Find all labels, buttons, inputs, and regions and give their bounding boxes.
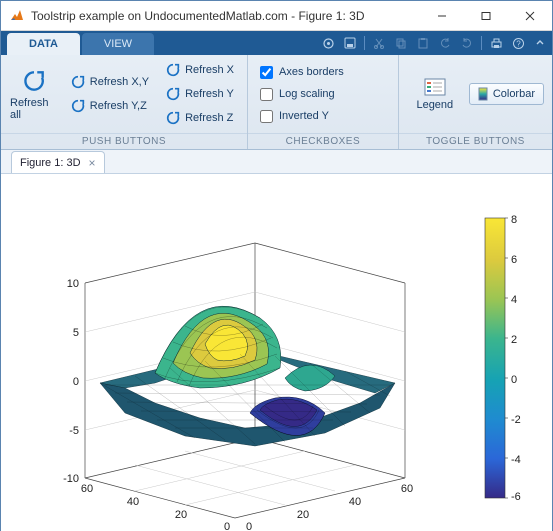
group-label-checkboxes: CHECKBOXES xyxy=(248,133,398,149)
document-tab-label: Figure 1: 3D xyxy=(20,157,81,169)
window-minimize-button[interactable] xyxy=(420,2,464,30)
svg-text:60: 60 xyxy=(81,483,93,495)
legend-button[interactable]: Legend xyxy=(411,61,459,127)
matlab-logo-icon xyxy=(9,8,25,24)
tab-row: DATA VIEW ? xyxy=(1,31,552,55)
svg-text:8: 8 xyxy=(511,214,517,226)
svg-text:20: 20 xyxy=(175,509,187,521)
svg-text:60: 60 xyxy=(401,483,413,495)
svg-text:10: 10 xyxy=(67,278,79,290)
figure-canvas[interactable]: -10 -5 0 5 10 0 20 40 60 0 20 40 60 8 6 … xyxy=(1,174,552,531)
axes-borders-checkbox[interactable]: Axes borders xyxy=(260,62,344,82)
svg-text:6: 6 xyxy=(511,254,517,266)
svg-text:-6: -6 xyxy=(511,491,521,503)
svg-text:2: 2 xyxy=(511,334,517,346)
svg-text:20: 20 xyxy=(297,509,309,521)
svg-text:-4: -4 xyxy=(511,454,521,466)
group-label-push: PUSH BUTTONS xyxy=(1,133,247,149)
surface-plot: -10 -5 0 5 10 0 20 40 60 0 20 40 60 8 6 … xyxy=(5,178,545,530)
svg-text:0: 0 xyxy=(511,374,517,386)
svg-text:-10: -10 xyxy=(63,473,79,485)
gear-icon[interactable] xyxy=(320,35,336,51)
inverted-y-input[interactable] xyxy=(260,110,273,123)
inverted-y-checkbox[interactable]: Inverted Y xyxy=(260,106,329,126)
svg-text:5: 5 xyxy=(73,327,79,339)
refresh-x-button[interactable]: Refresh X xyxy=(160,59,239,81)
quick-access-toolbar: ? xyxy=(320,31,548,55)
refresh-xy-button[interactable]: Refresh X,Y xyxy=(65,71,154,93)
close-tab-icon[interactable]: × xyxy=(89,156,96,170)
minimize-ribbon-icon[interactable] xyxy=(532,35,548,51)
window-titlebar: Toolstrip example on UndocumentedMatlab.… xyxy=(1,1,552,31)
window-close-button[interactable] xyxy=(508,2,552,30)
refresh-all-label: Refresh all xyxy=(10,97,58,121)
document-tab-bar: Figure 1: 3D × xyxy=(1,150,552,174)
svg-text:-5: -5 xyxy=(69,425,79,437)
window-title: Toolstrip example on UndocumentedMatlab.… xyxy=(31,9,420,23)
help-icon[interactable]: ? xyxy=(510,35,526,51)
svg-text:40: 40 xyxy=(349,496,361,508)
svg-text:40: 40 xyxy=(127,496,139,508)
group-toggle-buttons: Legend Colorbar TOGGLE BUTTONS xyxy=(399,55,552,149)
save-icon[interactable] xyxy=(342,35,358,51)
axes-borders-input[interactable] xyxy=(260,66,273,79)
group-push-buttons: Refresh all Refresh X,Y Refresh Y,Z xyxy=(1,55,248,149)
ribbon: Refresh all Refresh X,Y Refresh Y,Z xyxy=(1,55,552,149)
svg-text:-2: -2 xyxy=(511,414,521,426)
log-scaling-input[interactable] xyxy=(260,88,273,101)
tab-view[interactable]: VIEW xyxy=(82,33,154,55)
tab-data[interactable]: DATA xyxy=(7,33,80,55)
toolstrip: DATA VIEW ? Refresh all xyxy=(1,31,552,150)
group-checkboxes: Axes borders Log scaling Inverted Y CHEC… xyxy=(248,55,399,149)
undo-icon[interactable] xyxy=(437,35,453,51)
document-tab[interactable]: Figure 1: 3D × xyxy=(11,151,105,173)
print-icon[interactable] xyxy=(488,35,504,51)
paste-icon[interactable] xyxy=(415,35,431,51)
window-maximize-button[interactable] xyxy=(464,2,508,30)
copy-icon[interactable] xyxy=(393,35,409,51)
svg-text:4: 4 xyxy=(511,294,517,306)
refresh-y-button[interactable]: Refresh Y xyxy=(160,83,239,105)
log-scaling-checkbox[interactable]: Log scaling xyxy=(260,84,335,104)
group-label-toggle: TOGGLE BUTTONS xyxy=(399,133,552,149)
svg-text:0: 0 xyxy=(246,521,252,530)
colorbar-button[interactable]: Colorbar xyxy=(469,83,544,105)
svg-text:?: ? xyxy=(516,39,521,48)
refresh-all-button[interactable]: Refresh all xyxy=(9,61,59,127)
svg-text:0: 0 xyxy=(73,376,79,388)
refresh-z-button[interactable]: Refresh Z xyxy=(160,107,239,129)
cut-icon[interactable] xyxy=(371,35,387,51)
svg-text:0: 0 xyxy=(224,521,230,530)
redo-icon[interactable] xyxy=(459,35,475,51)
refresh-yz-button[interactable]: Refresh Y,Z xyxy=(65,95,154,117)
